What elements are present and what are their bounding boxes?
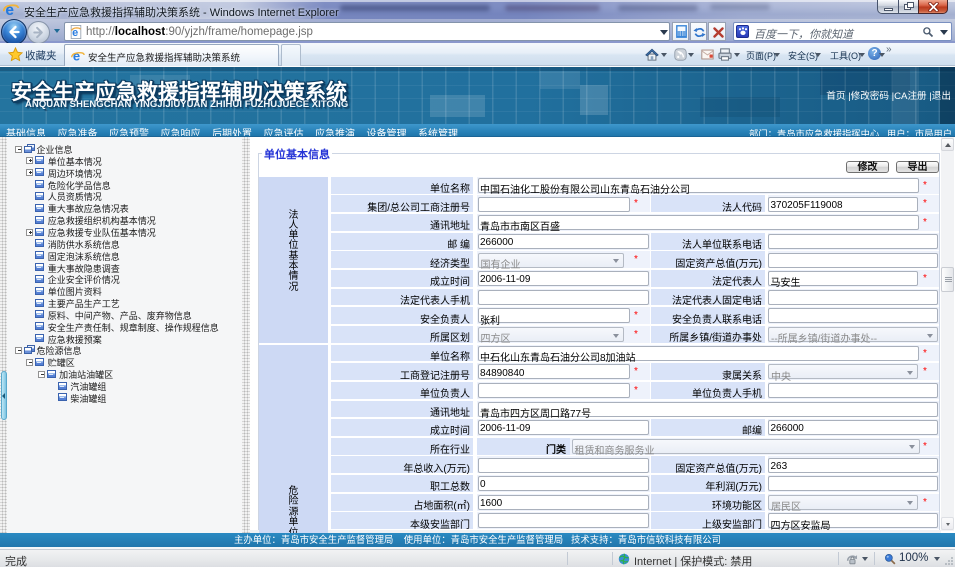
svg-text:e: e bbox=[73, 49, 80, 63]
svg-text:e: e bbox=[5, 2, 14, 18]
